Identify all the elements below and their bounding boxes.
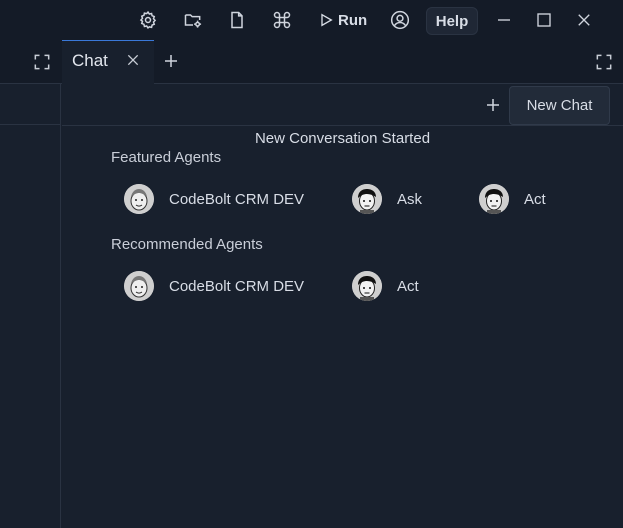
new-chat-tooltip: New Chat	[509, 86, 610, 125]
recommended-agent-act[interactable]: Act	[352, 270, 419, 302]
featured-agents-heading: Featured Agents	[111, 149, 222, 166]
agent-name: Act	[397, 277, 419, 295]
run-button[interactable]: Run	[318, 8, 367, 32]
featured-agent-act[interactable]: Act	[479, 183, 546, 215]
recommended-agent-codebolt-crm-dev[interactable]: CodeBolt CRM DEV	[124, 270, 304, 302]
command-icon[interactable]	[270, 8, 294, 32]
agent-name: CodeBolt CRM DEV	[169, 277, 305, 295]
featured-agent-codebolt-crm-dev[interactable]: CodeBolt CRM DEV	[124, 183, 304, 215]
recommended-agents-heading: Recommended Agents	[111, 236, 263, 253]
left-pane	[0, 84, 61, 528]
cartoon-face-dark-hair-icon	[352, 184, 382, 214]
folder-settings-icon[interactable]	[181, 8, 205, 32]
minimize-icon[interactable]	[492, 8, 516, 32]
file-icon[interactable]	[225, 8, 249, 32]
cartoon-face-icon	[124, 271, 154, 301]
agent-name: Act	[524, 190, 546, 208]
conversation-status: New Conversation Started	[254, 130, 431, 147]
play-icon	[321, 13, 333, 27]
expand-icon[interactable]	[31, 51, 53, 73]
close-tab-icon[interactable]	[124, 51, 142, 69]
help-button[interactable]: Help	[426, 7, 478, 35]
title-bar	[0, 0, 623, 40]
agent-name: CodeBolt CRM DEV	[169, 190, 305, 208]
divider	[0, 124, 61, 125]
maximize-icon[interactable]	[532, 8, 556, 32]
close-icon[interactable]	[572, 8, 596, 32]
cartoon-face-icon	[124, 184, 154, 214]
cartoon-face-dark-hair-icon	[352, 271, 382, 301]
account-icon[interactable]	[388, 8, 412, 32]
tab-label: Chat	[72, 51, 108, 70]
add-tab-icon[interactable]	[161, 50, 181, 72]
cartoon-face-dark-hair-icon	[479, 184, 509, 214]
settings-icon[interactable]	[136, 8, 160, 32]
tab-chat[interactable]: Chat	[62, 40, 154, 84]
agent-name: Ask	[397, 190, 423, 208]
featured-agent-ask[interactable]: Ask	[352, 183, 422, 215]
new-chat-icon[interactable]	[484, 96, 502, 114]
expand-icon-right[interactable]	[593, 51, 615, 73]
run-label: Run	[338, 11, 368, 29]
